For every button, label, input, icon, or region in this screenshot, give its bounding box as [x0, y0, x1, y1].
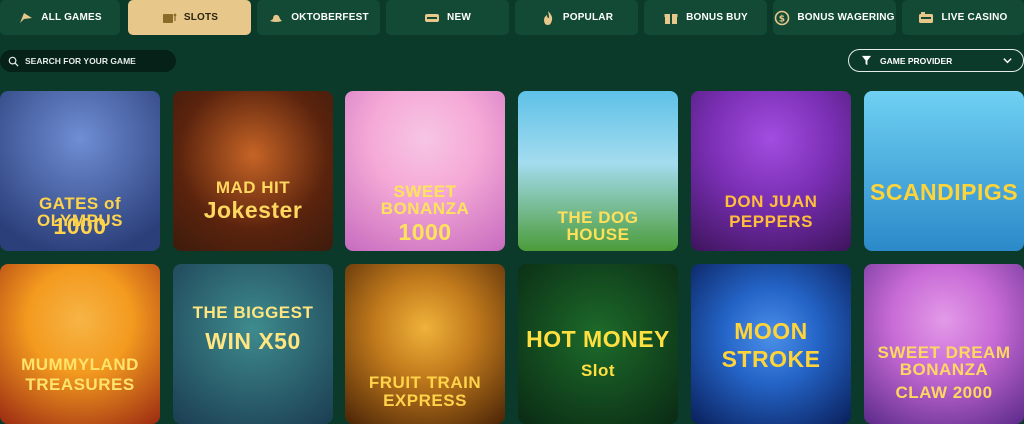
game-title-line2: Slot — [580, 361, 616, 380]
game-title-line1: THE BIGGEST — [192, 303, 314, 322]
filter-icon — [861, 55, 872, 66]
game-thumbnail — [864, 91, 1024, 251]
game-card-sweet-bonanza-1000[interactable]: SWEET BONANZA 1000 — [345, 91, 505, 251]
search-icon — [8, 56, 19, 67]
game-title-line2: EXPRESS — [383, 391, 467, 410]
game-title-line1: MOON — [734, 318, 808, 344]
game-title-line1: MUMMYLAND — [21, 355, 139, 374]
game-card-sweet-dream-bonanza-claw-2000[interactable]: SWEET DREAM BONANZA CLAW 2000 — [864, 264, 1024, 424]
new-badge-icon — [425, 13, 440, 22]
provider-label: GAME PROVIDER — [880, 55, 953, 66]
tab-slots[interactable]: SLOTS — [128, 0, 251, 35]
rocket-icon — [20, 12, 33, 23]
game-title-line2: Jokester — [203, 197, 303, 223]
slot-machine-icon — [162, 13, 177, 23]
game-title-line2: 1000 — [53, 213, 107, 239]
game-provider-dropdown[interactable]: GAME PROVIDER — [848, 49, 1024, 72]
game-card-moon-stroke[interactable]: MOON STROKE — [691, 264, 851, 424]
game-title-line2: WIN X50 — [205, 328, 301, 354]
live-badge-icon — [919, 11, 934, 23]
game-title-line1: SCANDIPIGS — [870, 179, 1019, 205]
game-card-hot-money-slot[interactable]: HOT MONEY Slot — [518, 264, 678, 424]
gift-icon — [664, 13, 678, 24]
tab-label: NEW — [447, 12, 471, 23]
game-title-line1: SWEET BONANZA — [380, 182, 470, 218]
tab-bonus-buy[interactable]: BONUS BUY — [644, 0, 767, 35]
game-title-line2: TREASURES — [25, 375, 135, 394]
game-title-line1: HOT MONEY — [526, 326, 670, 352]
game-thumbnail — [0, 264, 160, 424]
game-title-line2: 1000 — [398, 219, 452, 245]
game-thumbnail — [691, 264, 851, 424]
coin-icon: $ — [775, 10, 790, 25]
hat-icon — [270, 14, 283, 22]
game-title-line2: STROKE — [721, 346, 821, 372]
game-card-the-biggest-win-x50[interactable]: THE BIGGEST WIN X50 — [173, 264, 333, 424]
game-title-line1: DON JUAN — [724, 192, 818, 211]
game-card-mummyland-treasures[interactable]: MUMMYLAND TREASURES — [0, 264, 160, 424]
tab-live-casino[interactable]: LIVE CASINO — [902, 0, 1024, 35]
game-card-the-dog-house[interactable]: THE DOG HOUSE — [518, 91, 678, 251]
tab-label: BONUS WAGERING — [797, 12, 895, 23]
game-thumbnail — [173, 91, 333, 251]
chevron-down-icon — [1003, 58, 1012, 64]
tab-label: OKTOBERFEST — [291, 12, 369, 23]
game-card-don-juan-peppers[interactable]: DON JUAN PEPPERS — [691, 91, 851, 251]
svg-text:$: $ — [779, 14, 785, 24]
game-title-line1: MAD HIT — [215, 178, 291, 197]
tab-label: BONUS BUY — [686, 12, 748, 23]
tab-oktoberfest[interactable]: OKTOBERFEST — [257, 0, 380, 35]
tab-label: POPULAR — [562, 12, 614, 23]
tab-label: ALL GAMES — [41, 12, 102, 23]
tab-all-games[interactable]: ALL GAMES — [0, 0, 120, 35]
game-title-line2: CLAW 2000 — [895, 383, 993, 402]
game-title-line1: SWEET DREAM BONANZA — [877, 343, 1011, 379]
game-card-gates-of-olympus-1000[interactable]: GATES of OLYMPUS 1000 — [0, 91, 160, 251]
game-title-line1: FRUIT TRAIN — [368, 373, 482, 392]
game-card-fruit-train-express[interactable]: FRUIT TRAIN EXPRESS — [345, 264, 505, 424]
flame-icon — [543, 10, 553, 25]
search-placeholder: SEARCH FOR YOUR GAME — [25, 56, 136, 66]
game-title-line2: PEPPERS — [729, 212, 813, 231]
game-title-line1: THE DOG HOUSE — [557, 208, 639, 244]
tab-label: SLOTS — [183, 12, 219, 23]
game-card-scandipigs[interactable]: SCANDIPIGS — [864, 91, 1024, 251]
category-tabs: ALL GAMES SLOTS OKTOBERFEST NEW POPULAR … — [0, 0, 1024, 36]
search-input[interactable]: SEARCH FOR YOUR GAME — [0, 50, 176, 72]
tab-new[interactable]: NEW — [386, 0, 509, 35]
game-card-mad-hit-jokester[interactable]: MAD HIT Jokester — [173, 91, 333, 251]
tab-label: LIVE CASINO — [941, 12, 1008, 23]
tab-popular[interactable]: POPULAR — [515, 0, 638, 35]
tab-bonus-wagering[interactable]: $ BONUS WAGERING — [773, 0, 896, 35]
